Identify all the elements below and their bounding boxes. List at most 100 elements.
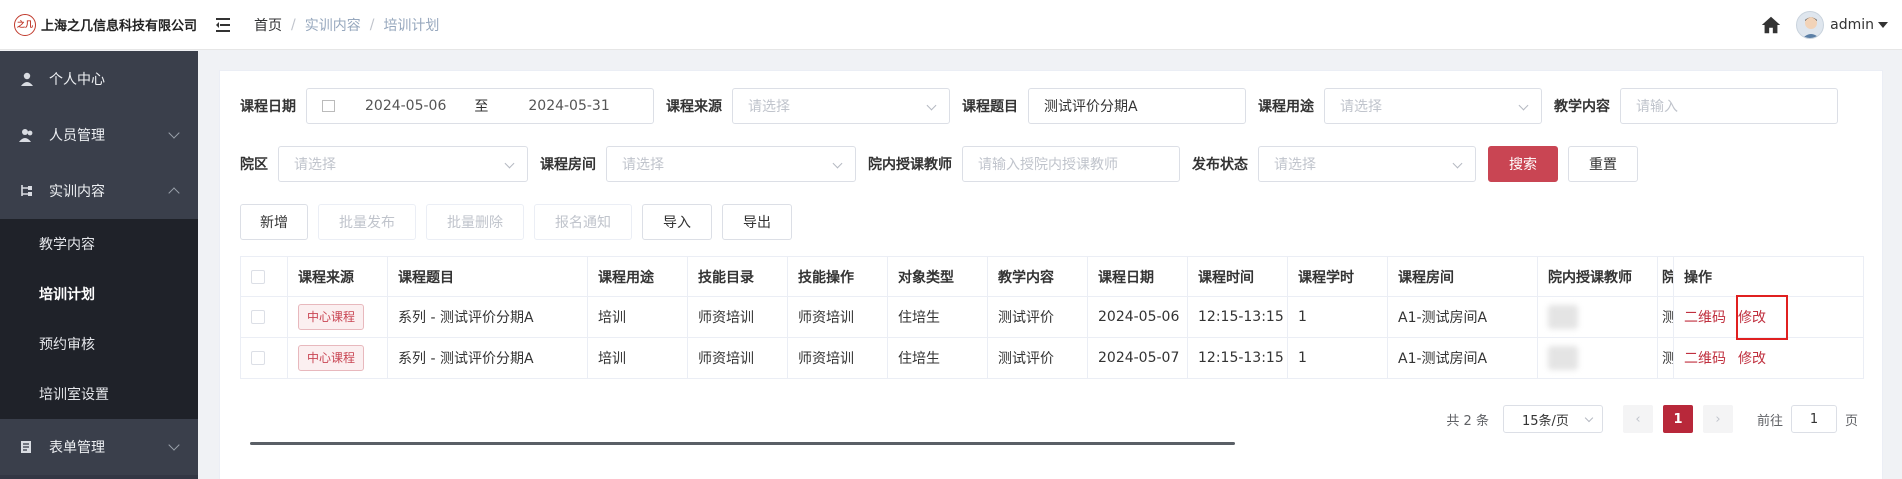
teaching-content-input[interactable]: 请输入 [1620, 88, 1838, 124]
sidebar-item-teaching-content[interactable]: 教学内容 [0, 219, 198, 269]
sidebar-item-training-plan[interactable]: 培训计划 [0, 269, 198, 319]
date-end[interactable]: 2024-05-31 [528, 98, 609, 114]
course-room-select[interactable]: 请选择 [606, 146, 856, 182]
row-select-cell [240, 297, 288, 337]
course-purpose-label: 课程用途 [1258, 99, 1314, 115]
redacted-teacher [1548, 346, 1578, 370]
breadcrumb-home[interactable]: 首页 [254, 15, 282, 35]
avatar[interactable] [1796, 11, 1825, 39]
add-button[interactable]: 新增 [240, 204, 308, 240]
column-header[interactable]: 课程用途 [588, 257, 688, 296]
skill-dir-cell: 师资培训 [688, 338, 788, 378]
publish-status-select[interactable]: 请选择 [1258, 146, 1476, 182]
import-button[interactable]: 导入 [642, 204, 712, 240]
batch-publish-button[interactable]: 批量发布 [318, 204, 416, 240]
column-header[interactable]: 课程时间 [1188, 257, 1288, 296]
column-header[interactable]: 技能操作 [788, 257, 888, 296]
sidebar-item-training-content[interactable]: 实训内容 [0, 163, 198, 219]
column-header[interactable]: 课程题目 [388, 257, 588, 296]
search-button[interactable]: 搜索 [1488, 146, 1558, 182]
qrcode-link[interactable]: 二维码 [1684, 307, 1726, 327]
course-topic-value: 测试评价分期A [1044, 99, 1138, 115]
room-cell: A1-测试房间A [1388, 338, 1538, 378]
course-source-select[interactable]: 请选择 [732, 88, 950, 124]
column-header[interactable]: 课程日期 [1088, 257, 1188, 296]
batch-delete-button[interactable]: 批量删除 [426, 204, 524, 240]
teacher-input[interactable]: 请输入授院内授课教师 [962, 146, 1180, 182]
logo[interactable]: 之几 上海之几信息科技有限公司 [0, 13, 198, 36]
prev-page-button[interactable]: ‹ [1622, 405, 1653, 433]
time-cell: 12:15-13:15 [1188, 338, 1288, 378]
next-page-button[interactable]: › [1702, 405, 1733, 433]
breadcrumb-item: 实训内容 [304, 17, 361, 34]
extra-cell: 测 [1658, 297, 1674, 337]
sidebar-toggle-icon[interactable] [216, 17, 234, 33]
breadcrumb: 首页 / 实训内容 / 培训计划 [254, 15, 439, 35]
column-header[interactable]: 院 [1658, 257, 1674, 296]
goto-label: 前往 [1756, 413, 1783, 429]
users-icon [19, 127, 35, 143]
table-row[interactable]: 中心课程 系列 - 测试评价分期A 培训 师资培训 师资培训 住培生 测试评价 … [240, 338, 1864, 379]
sidebar-item-staff-management[interactable]: 人员管理 [0, 107, 198, 163]
user-menu-caret-icon[interactable] [1878, 22, 1888, 28]
total-count: 共 2 条 [1446, 413, 1489, 429]
page-number-current[interactable]: 1 [1662, 405, 1693, 433]
column-header[interactable]: 技能目录 [688, 257, 788, 296]
date-cell: 2024-05-06 [1088, 297, 1188, 337]
sidebar-item-personal-center[interactable]: 个人中心 [0, 51, 198, 107]
target-cell: 住培生 [888, 297, 988, 337]
purpose-cell: 培训 [588, 297, 688, 337]
signup-notice-button[interactable]: 报名通知 [534, 204, 632, 240]
course-purpose-select[interactable]: 请选择 [1324, 88, 1542, 124]
page-unit: 页 [1844, 413, 1858, 429]
export-button[interactable]: 导出 [722, 204, 792, 240]
date-start[interactable]: 2024-05-06 [365, 98, 446, 114]
chevron-down-icon [504, 158, 515, 169]
redacted-teacher [1548, 305, 1578, 329]
goto-page-input[interactable]: 1 [1790, 405, 1837, 433]
column-header[interactable]: 院内授课教师 [1538, 257, 1658, 296]
column-header[interactable]: 对象类型 [888, 257, 988, 296]
reset-button[interactable]: 重置 [1568, 146, 1638, 182]
teacher-cell [1538, 297, 1658, 337]
column-header[interactable]: 教学内容 [988, 257, 1088, 296]
column-header: 操作 [1674, 257, 1864, 296]
sidebar-item-form-management[interactable]: 表单管理 [0, 419, 198, 475]
content-cell: 测试评价 [988, 338, 1088, 378]
teacher-placeholder: 请输入授院内授课教师 [978, 157, 1118, 173]
row-checkbox[interactable] [251, 310, 265, 324]
column-header[interactable]: 课程学时 [1288, 257, 1388, 296]
table-horizontal-scrollbar[interactable] [250, 442, 1235, 445]
teaching-content-label: 教学内容 [1554, 99, 1610, 115]
main-panel: 课程日期 2024-05-06 至 2024-05-31 课程来源 请选择 课程… [219, 70, 1883, 479]
publish-status-label: 发布状态 [1192, 157, 1248, 173]
campus-label: 院区 [240, 157, 268, 173]
table-header-row: 课程来源 课程题目 课程用途 技能目录 技能操作 对象类型 教学内容 课程日期 … [240, 257, 1864, 297]
qrcode-link[interactable]: 二维码 [1684, 348, 1726, 368]
page-size-select[interactable]: 15条/页 [1502, 405, 1603, 433]
edit-link[interactable]: 修改 [1738, 307, 1766, 327]
pagination: 共 2 条 15条/页 ‹ 1 › 前往 1 页 [1446, 405, 1858, 433]
user-name[interactable]: admin [1830, 17, 1874, 33]
select-all-checkbox[interactable] [251, 269, 265, 284]
target-cell: 住培生 [888, 338, 988, 378]
sidebar-item-booking-review[interactable]: 预约审核 [0, 319, 198, 369]
course-topic-input[interactable]: 测试评价分期A [1028, 88, 1246, 124]
sidebar-item-label: 人员管理 [49, 128, 105, 144]
sidebar: 个人中心 人员管理 实训内容 教学内容 培训计划 预约审核 培训室设置 表单管理 [0, 51, 198, 479]
row-checkbox[interactable] [251, 351, 265, 365]
table-row[interactable]: 中心课程 系列 - 测试评价分期A 培训 师资培训 师资培训 住培生 测试评价 … [240, 297, 1864, 338]
extra-cell: 测 [1658, 338, 1674, 378]
home-icon[interactable] [1760, 14, 1782, 36]
actions-cell: 二维码 修改 [1674, 297, 1864, 337]
breadcrumb-separator: / [291, 16, 296, 33]
column-header[interactable]: 课程来源 [288, 257, 388, 296]
skill-op-cell: 师资培训 [788, 338, 888, 378]
course-date-range[interactable]: 2024-05-06 至 2024-05-31 [306, 88, 654, 124]
campus-select[interactable]: 请选择 [278, 146, 528, 182]
sidebar-item-room-settings[interactable]: 培训室设置 [0, 369, 198, 419]
edit-link[interactable]: 修改 [1738, 348, 1766, 368]
tree-icon [19, 183, 35, 199]
column-header[interactable]: 课程房间 [1388, 257, 1538, 296]
sidebar-item-label: 个人中心 [49, 72, 105, 88]
